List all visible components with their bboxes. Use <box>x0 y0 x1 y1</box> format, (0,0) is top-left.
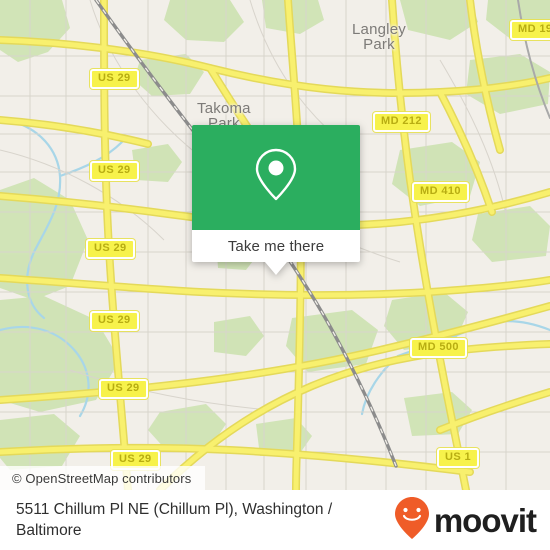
highway-shield: US 29 <box>90 69 139 89</box>
location-title: 5511 Chillum Pl NE (Chillum Pl), Washing… <box>16 501 333 539</box>
take-me-there-button[interactable]: Take me there <box>228 238 324 255</box>
highway-shield: US 29 <box>99 379 148 399</box>
attribution-text: © OpenStreetMap contributors <box>12 470 192 486</box>
highway-shield: MD 500 <box>410 338 467 358</box>
map-attribution[interactable]: © OpenStreetMap contributors <box>0 466 206 490</box>
highway-shield: US 29 <box>86 239 135 259</box>
popup-header <box>192 125 360 230</box>
popup-footer[interactable]: Take me there <box>192 230 360 262</box>
highway-shield: US 1 <box>437 448 480 468</box>
map-pin-icon <box>253 146 299 209</box>
map-place-label: Langley Park <box>352 21 406 53</box>
map-canvas[interactable]: Langley Park Takoma Park MD 19 US 29 MD … <box>0 0 550 490</box>
map-screenshot: Langley Park Takoma Park MD 19 US 29 MD … <box>0 0 550 550</box>
moovit-logo[interactable]: moovit <box>394 496 537 545</box>
highway-shield: MD 410 <box>412 182 469 202</box>
footer-bar: 5511 Chillum Pl NE (Chillum Pl), Washing… <box>0 490 550 550</box>
location-popup-card[interactable]: Take me there <box>192 125 360 275</box>
highway-shield: MD 19 <box>510 20 550 40</box>
highway-shield: US 29 <box>90 161 139 181</box>
moovit-pin-smiley-icon <box>394 496 430 545</box>
highway-shield: MD 212 <box>373 112 430 132</box>
highway-shield: US 29 <box>90 311 139 331</box>
moovit-wordmark: moovit <box>433 501 537 539</box>
popup-pointer-tail <box>265 262 287 275</box>
